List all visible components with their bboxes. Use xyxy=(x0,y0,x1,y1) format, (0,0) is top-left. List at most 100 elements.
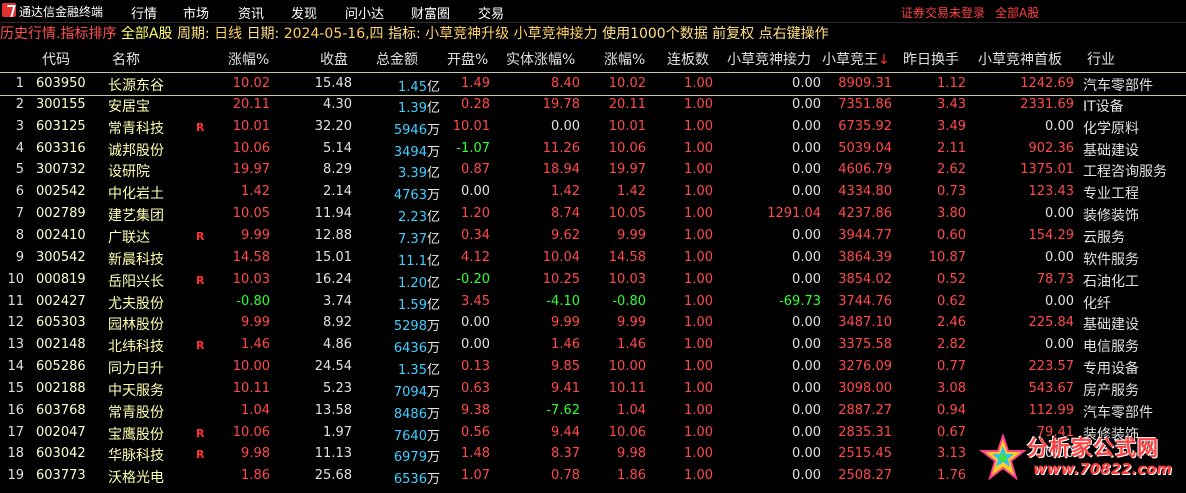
table-row[interactable]: 7 002789 建艺集团 10.05 11.94 1.20 8.74 10.05 1.00 12… xyxy=(0,203,1186,225)
amount-unit: 万 xyxy=(426,450,440,466)
col-king[interactable]: 小草竞王↓ xyxy=(822,49,890,69)
row-index: 13 xyxy=(7,337,24,353)
body-pct: 0.78 xyxy=(551,468,580,484)
col-code[interactable]: 代码 xyxy=(42,49,70,69)
close-price: 11.13 xyxy=(314,446,352,462)
table-row[interactable]: 9 300542 新晨科技 14.58 15.01 4.12 10.04 14.58 1.00 0… xyxy=(0,247,1186,269)
row-index: 11 xyxy=(7,293,24,309)
col-open-pct[interactable]: 开盘% xyxy=(447,49,488,69)
pct-change-2: 10.03 xyxy=(608,271,646,287)
table-row[interactable]: 13 002148 北纬科技 R 1.46 4.86 0.00 1.46 1.46 1.00 0.0… xyxy=(0,334,1186,356)
amount-unit: 亿 xyxy=(426,210,440,226)
close-price: 13.58 xyxy=(314,402,352,418)
table-row[interactable]: 11 002427 尤夫股份 -0.80 3.74 3.45 -4.10 -0.80 1.00 -… xyxy=(0,291,1186,313)
col-pct[interactable]: 涨幅% xyxy=(228,49,269,69)
amount-unit: 万 xyxy=(426,144,440,160)
amount-unit: 万 xyxy=(426,406,440,422)
col-pct-2[interactable]: 涨幅% xyxy=(604,49,645,69)
total-amount: 1.59亿 xyxy=(352,294,440,313)
col-board-count[interactable]: 连板数 xyxy=(667,49,709,69)
col-first-board[interactable]: 小草竞神首板 xyxy=(978,49,1062,69)
amount-number: 7640 xyxy=(393,428,427,444)
table-row[interactable]: 3 603125 常青科技 R 10.01 32.20 10.01 0.00 10.01 1.00… xyxy=(0,116,1186,138)
table-row[interactable]: 4 603316 诚邦股份 10.06 5.14 -1.07 11.26 10.06 1.00 0… xyxy=(0,138,1186,160)
menu-bar: 通达信金融终端 行情 市场 资讯 发现 问小达 财富圈 交易 证券交易未登录 全… xyxy=(0,0,1186,23)
app-logo-icon xyxy=(2,3,16,17)
relay-value: -69.73 xyxy=(779,293,821,309)
open-pct: 0.28 xyxy=(461,96,490,112)
first-board-value: 543.67 xyxy=(1028,380,1075,396)
scope-label[interactable]: 全部A股 xyxy=(121,26,173,42)
menu-market[interactable]: 市场 xyxy=(183,3,209,22)
col-name[interactable]: 名称 xyxy=(112,49,140,69)
stock-code: 000819 xyxy=(36,271,86,287)
trade-login-status[interactable]: 证券交易未登录 xyxy=(901,4,985,21)
col-body-pct[interactable]: 实体涨幅% xyxy=(506,49,575,69)
total-amount: 1.39亿 xyxy=(352,97,440,116)
menu-news[interactable]: 资讯 xyxy=(238,3,264,22)
open-pct: 0.13 xyxy=(461,359,490,375)
col-turnover[interactable]: 昨日换手 xyxy=(903,49,959,69)
table-row[interactable]: 10 000819 岳阳兴长 R 10.03 16.24 -0.20 10.25 10.03 1.… xyxy=(0,269,1186,291)
col-relay[interactable]: 小草竞神接力 xyxy=(727,49,811,69)
relay-value: 0.00 xyxy=(792,402,821,418)
market-scope-status[interactable]: 全部A股 xyxy=(995,4,1039,21)
pct-change: 9.99 xyxy=(241,315,270,331)
amount-number: 2.23 xyxy=(398,210,427,226)
body-pct: 10.04 xyxy=(542,249,580,265)
stock-name: 中化岩土 xyxy=(108,186,164,203)
pct-change-2: 10.11 xyxy=(608,380,646,396)
turnover-yesterday: 2.11 xyxy=(937,140,966,156)
table-row[interactable]: 1 603950 长源东谷 10.02 15.48 1.49 8.40 10.02 1.00 0.… xyxy=(0,72,1186,96)
pct-change: 9.99 xyxy=(241,227,270,243)
table-row[interactable]: 16 603768 常青股份 1.04 13.58 9.38 -7.62 1.04 1.00 0.… xyxy=(0,400,1186,422)
close-price: 2.14 xyxy=(323,184,352,200)
amount-unit: 万 xyxy=(426,428,440,444)
pct-change-2: 14.58 xyxy=(608,249,646,265)
table-row[interactable]: 5 300732 设研院 19.97 8.29 0.87 18.94 19.97 1.00 0.0… xyxy=(0,159,1186,181)
body-pct: 8.40 xyxy=(551,76,580,91)
king-value: 3744.76 xyxy=(838,293,892,309)
col-close[interactable]: 收盘 xyxy=(320,49,348,69)
table-row[interactable]: 12 605303 园林股份 9.99 8.92 0.00 9.99 9.99 1.00 0.00… xyxy=(0,312,1186,334)
body-pct: 10.25 xyxy=(542,271,580,287)
col-industry[interactable]: 行业 xyxy=(1087,49,1115,69)
watermark-title: 分析家公式网 xyxy=(1027,436,1159,460)
table-row[interactable]: 15 002188 中天服务 10.11 5.23 0.63 9.41 10.11 1.00 0.… xyxy=(0,378,1186,400)
indicator-value[interactable]: 小草竞神升级 小草竞神接力 xyxy=(425,26,597,42)
king-value: 2508.27 xyxy=(838,468,892,484)
amount-number: 1.45 xyxy=(398,80,427,95)
table-row[interactable]: 6 002542 中化岩土 1.42 2.14 0.00 1.42 1.42 1.00 0.00 4… xyxy=(0,181,1186,203)
amount-number: 1.20 xyxy=(398,275,427,291)
body-pct: 9.85 xyxy=(551,359,580,375)
menu-quotes[interactable]: 行情 xyxy=(131,3,157,22)
row-index: 1 xyxy=(15,76,24,91)
table-row[interactable]: 14 605286 同力日升 10.00 24.54 0.13 9.85 10.00 1.00 0… xyxy=(0,356,1186,378)
stock-code: 002047 xyxy=(36,424,86,440)
col-amount[interactable]: 总金额 xyxy=(376,49,418,69)
total-amount: 6436万 xyxy=(352,337,440,356)
relay-value: 0.00 xyxy=(792,446,821,462)
menu-discover[interactable]: 发现 xyxy=(291,3,317,22)
total-amount: 11.1亿 xyxy=(352,250,440,269)
period-value[interactable]: 日线 xyxy=(214,26,242,42)
row-index: 16 xyxy=(7,402,24,418)
total-amount: 5298万 xyxy=(352,315,440,334)
pct-change: 10.03 xyxy=(232,271,270,287)
menu-wealth[interactable]: 财富圈 xyxy=(411,3,450,22)
industry: 工程咨询服务 xyxy=(1083,164,1167,181)
menu-ask[interactable]: 问小达 xyxy=(345,3,384,22)
table-row[interactable]: 8 002410 广联达 R 9.99 12.88 0.34 9.62 9.99 1.00 0.00… xyxy=(0,225,1186,247)
pct-change-2: 10.05 xyxy=(608,206,646,222)
relay-value: 0.00 xyxy=(792,424,821,440)
industry: 化学原料 xyxy=(1083,120,1139,137)
pct-change: 1.86 xyxy=(241,468,270,484)
stock-code: 605303 xyxy=(36,315,86,331)
open-pct: 0.00 xyxy=(461,337,490,353)
date-value[interactable]: 2024-05-16,四 xyxy=(284,26,384,42)
menu-trade[interactable]: 交易 xyxy=(478,3,504,22)
board-count: 1.00 xyxy=(684,96,713,112)
close-price: 32.20 xyxy=(314,118,352,134)
table-row[interactable]: 2 300155 安居宝 20.11 4.30 0.28 19.78 20.11 1.00 0.0… xyxy=(0,94,1186,116)
stock-name: 常青股份 xyxy=(108,404,164,421)
